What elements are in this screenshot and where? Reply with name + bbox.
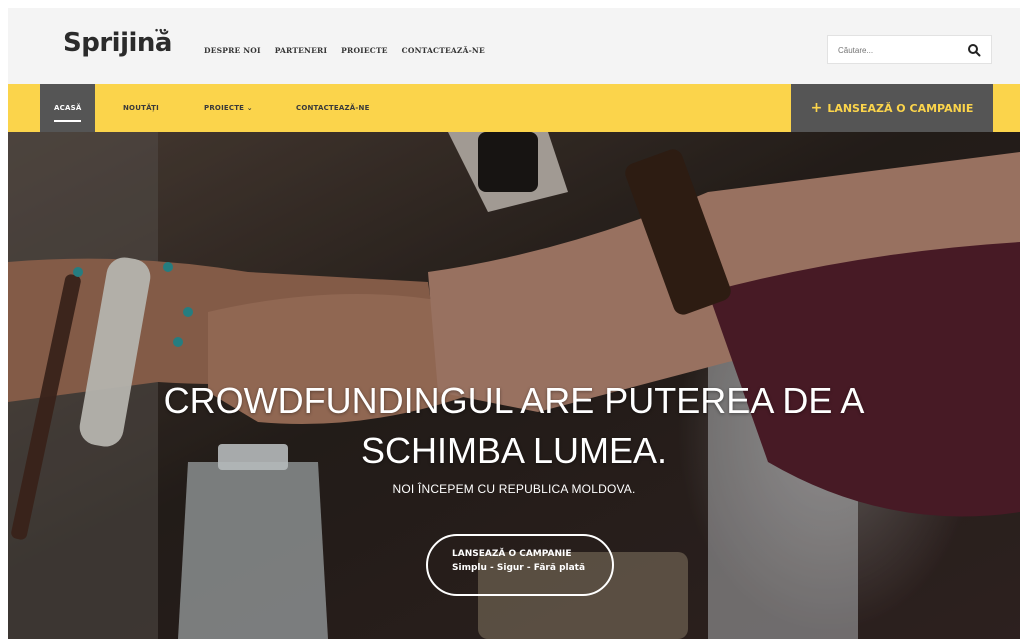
- main-nav-label: ACASĂ: [54, 104, 82, 112]
- main-nav-label: PROIECTE ⌄: [204, 104, 253, 112]
- hero-section: CROWDFUNDINGUL ARE PUTEREA DE A SCHIMBA …: [8, 132, 1020, 639]
- search-box: [827, 35, 992, 64]
- top-nav: DESPRE NOI PARTENERI PROIECTE CONTACTEAZ…: [204, 46, 485, 55]
- main-nav-label: NOUTĂȚI: [123, 104, 159, 112]
- logo-dots: •••: [155, 25, 168, 35]
- main-nav-label: CONTACTEAZĂ-NE: [296, 104, 370, 112]
- top-nav-parteneri[interactable]: PARTENERI: [275, 46, 327, 55]
- main-nav-proiecte[interactable]: PROIECTE ⌄: [204, 84, 253, 132]
- main-nav-contacteaza-ne[interactable]: CONTACTEAZĂ-NE: [296, 84, 370, 132]
- top-nav-despre-noi[interactable]: DESPRE NOI: [204, 46, 261, 55]
- top-bar: Sprijină ••• DESPRE NOI PARTENERI PROIEC…: [8, 8, 1020, 84]
- hero-cta-title: LANSEAZĂ O CAMPANIE: [452, 549, 572, 559]
- top-nav-proiecte[interactable]: PROIECTE: [341, 46, 388, 55]
- plus-icon: +: [810, 100, 823, 116]
- active-underline: [54, 120, 82, 122]
- search-icon[interactable]: [967, 43, 981, 57]
- hero-headline-line-2: SCHIMBA LUMEA.: [360, 430, 668, 471]
- launch-campaign-label: LANSEAZĂ O CAMPANIE: [827, 101, 974, 115]
- hero-subheadline: NOI ÎNCEPEM CU REPUBLICA MOLDOVA.: [392, 482, 636, 496]
- hero-headline-line-1: CROWDFUNDINGUL ARE PUTEREA DE A: [163, 380, 865, 421]
- launch-campaign-button[interactable]: + LANSEAZĂ O CAMPANIE: [791, 84, 993, 132]
- search-input[interactable]: [838, 42, 958, 58]
- main-nav-acasa[interactable]: ACASĂ: [40, 84, 96, 132]
- main-nav-noutati[interactable]: NOUTĂȚI: [123, 84, 159, 132]
- page-frame: Sprijină ••• DESPRE NOI PARTENERI PROIEC…: [8, 8, 1020, 639]
- hero-cta-subtitle: Simplu - Sigur - Fără plată: [452, 563, 586, 573]
- hero-launch-campaign-button[interactable]: LANSEAZĂ O CAMPANIE Simplu - Sigur - Făr…: [426, 534, 614, 596]
- top-nav-contacteaza-ne[interactable]: CONTACTEAZĂ-NE: [402, 46, 485, 55]
